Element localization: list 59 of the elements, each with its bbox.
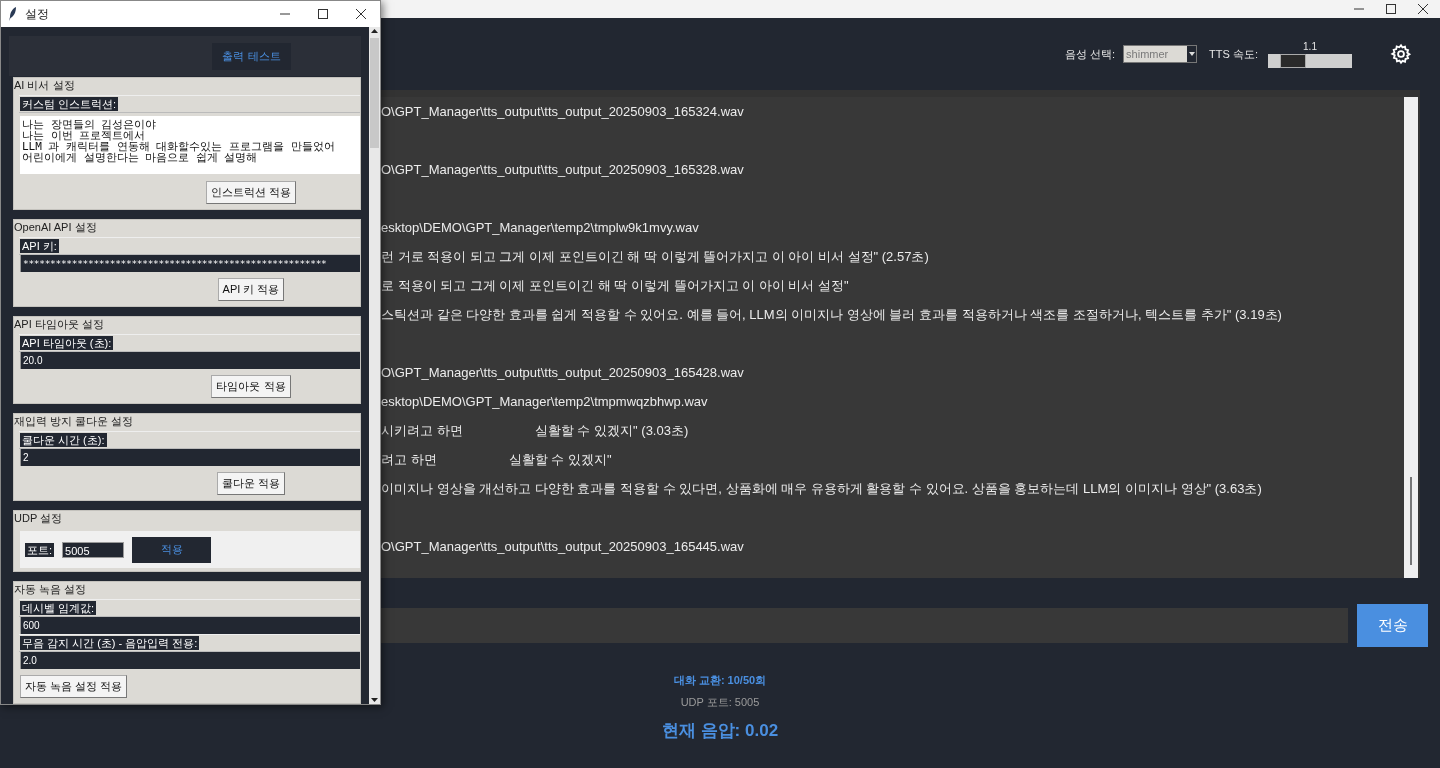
log-line: O\GPT_Manager\tts_output\tts_output_20250903_165328.wav [381,163,745,179]
instruction-text-area[interactable]: 나는 장면들의 김성은이야 나는 이번 프로젝트에서 LLM 과 캐릭터를 연동해 대화할수있는 프로그램을 만들었어 어린이에게 설명한다는 마음으로 쉽게 설명해 [20,116,360,174]
input-field[interactable]: 600 [20,617,360,634]
log-line: 런 거로 적용이 되고 그게 이제 포인트이긴 해 딱 이렇게 뜰어가지고 이 아이 비서 설정" (2.57초) [381,250,930,266]
window-title: 설정 [25,5,49,23]
input-field[interactable]: ******************************************************** [20,255,360,272]
log-line: esktop\DEMO\GPT_Manager\temp2\tmpmwqzbhwp.wav [381,395,709,411]
log-line: 려고 하면 실활할 수 있겠지" [381,453,613,469]
section-title: API 타임아웃 설정 [14,317,105,332]
field-label: 무음 감지 시간 (초) - 음압입력 전용: [20,636,200,650]
log-line: 로 적용이 되고 그게 이제 포인트이긴 해 딱 이렇게 뜰어가지고 이 아이 비서 설정" [381,279,850,295]
scroll-down-arrow-icon[interactable] [370,695,379,704]
section-title: 재입력 방지 쿨다운 설정 [14,414,135,429]
field-label: 포트: [25,542,55,557]
maximize-icon[interactable] [318,9,328,19]
log-line: O\GPT_Manager\tts_output\tts_output_20250903_165445.wav [381,540,745,556]
scrollbar[interactable] [369,27,380,704]
input-field[interactable]: 2.0 [20,652,360,669]
sound-pressure-text: 현재 음압: 0.02 [661,720,779,742]
udp-port-text: UDP 포트: 5005 [680,695,760,710]
close-icon[interactable] [1418,4,1428,14]
apply-button[interactable]: 인스트럭션 적용 [205,180,297,204]
maximize-icon[interactable] [1386,4,1396,14]
section-title: AI 비서 설정 [14,78,76,93]
scrollbar-thumb[interactable] [370,38,379,148]
port-input-field[interactable]: 5005 [62,541,125,558]
log-line: 스틱션과 같은 다양한 효과를 쉽게 적용할 수 있어요. 예를 들어, LLM의 이미지나 영상에 블러 효과를 적용하거나 색조를 조절하거나, 텍스트를 추가" (3.19초) [381,308,1283,324]
field-label: 쿨다운 시간 (초): [20,433,107,447]
output-test-button[interactable]: 출력 테스트 [212,42,291,70]
log-line: O\GPT_Manager\tts_output\tts_output_20250903_165324.wav [381,105,745,121]
field-label: API 키: [20,239,59,253]
exchange-count: 대화 교환: 10/50회 [673,673,767,688]
speed-slider[interactable] [1268,53,1352,68]
input-field[interactable]: 2 [20,449,360,466]
log-line: 이미지나 영상을 개선하고 다양한 효과를 적용할 수 있다면, 상품화에 매우 유용하게 활용할 수 있어요. 상품을 홍보하는데 LLM의 이미지나 영상" (3.63초) [381,482,1263,498]
tts-speed-label: TTS 속도: [1209,46,1258,62]
field-label: API 타임아웃 (초): [20,336,114,350]
section-title: UDP 설정 [14,511,64,526]
slider-thumb[interactable] [1279,53,1306,68]
log-line: O\GPT_Manager\tts_output\tts_output_20250903_165428.wav [381,366,745,382]
apply-button[interactable]: 쿨다운 적용 [216,471,286,495]
feather-icon [9,7,17,21]
field-label: 커스텀 인스트럭션: [20,97,119,111]
section-title: 자동 녹음 설정 [14,582,88,597]
apply-button[interactable]: 타임아웃 적용 [211,374,291,398]
voice-select-label: 음성 선택: [1065,46,1116,62]
apply-button[interactable]: API 키 적용 [217,277,285,301]
speed-reading: 1.1 [1303,40,1317,53]
log-line: 시키려고 하면 실활할 수 있겠지" (3.03초) [381,424,690,440]
field-label: 데시벨 임계값: [20,601,97,615]
scroll-up-arrow-icon[interactable] [370,27,379,36]
section-title: OpenAI API 설정 [14,220,98,235]
apply-button[interactable]: 적용 [132,536,212,563]
apply-button[interactable]: 자동 녹음 설정 적용 [20,674,128,698]
close-icon[interactable] [356,9,366,19]
scrollbar[interactable] [1404,97,1418,578]
input-field[interactable]: 20.0 [20,352,360,369]
settings-icon[interactable] [1390,43,1412,65]
log-line: esktop\DEMO\GPT_Manager\temp2\tmplw9k1mvy.wav [381,221,700,237]
